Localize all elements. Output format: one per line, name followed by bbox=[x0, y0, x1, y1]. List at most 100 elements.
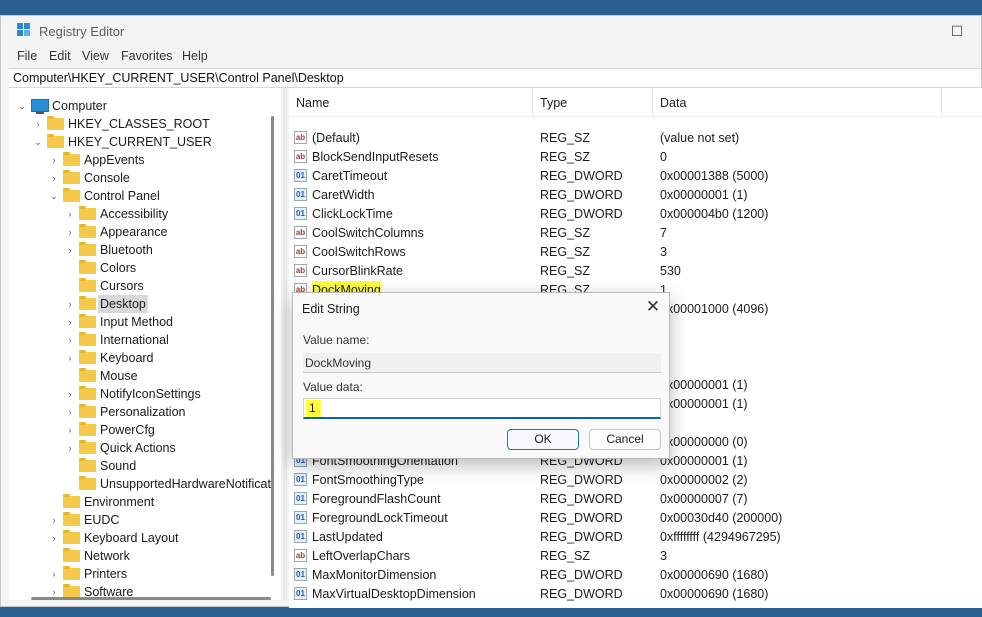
collapsed-chevron-icon[interactable]: › bbox=[49, 151, 59, 169]
folder-icon bbox=[63, 494, 80, 508]
value-data: 0x00001000 (4096) bbox=[660, 302, 769, 316]
tree-horizontal-scrollbar[interactable] bbox=[31, 597, 271, 600]
folder-open-icon bbox=[47, 134, 64, 148]
value-row[interactable]: ab CoolSwitchRows REG_SZ 3 bbox=[289, 243, 982, 262]
pane-splitter[interactable] bbox=[283, 88, 287, 600]
collapsed-chevron-icon[interactable]: › bbox=[65, 349, 75, 367]
value-name: FontSmoothingType bbox=[312, 473, 424, 487]
cancel-button[interactable]: Cancel bbox=[589, 429, 661, 450]
value-row[interactable]: 01 CaretWidth REG_DWORD 0x00000001 (1) bbox=[289, 186, 982, 205]
expanded-chevron-icon[interactable]: ⌄ bbox=[17, 97, 27, 115]
collapsed-chevron-icon[interactable]: › bbox=[49, 169, 59, 187]
folder-icon bbox=[63, 548, 80, 562]
value-row[interactable]: 01 LastUpdated REG_DWORD 0xffffffff (429496… bbox=[289, 528, 982, 547]
ok-button[interactable]: OK bbox=[507, 429, 579, 450]
collapsed-chevron-icon[interactable]: › bbox=[65, 205, 75, 223]
binary-value-icon: 01 bbox=[294, 530, 307, 543]
folder-icon bbox=[79, 440, 96, 454]
collapsed-chevron-icon[interactable]: › bbox=[33, 115, 43, 133]
value-row[interactable]: 01 ForegroundFlashCount REG_DWORD 0x0000000… bbox=[289, 490, 982, 509]
value-row[interactable]: 01 MaxMonitorDimension REG_DWORD 0x00000690… bbox=[289, 566, 982, 585]
column-header-type[interactable]: Type bbox=[540, 96, 567, 110]
value-name-label: Value name: bbox=[303, 333, 370, 347]
expanded-chevron-icon[interactable]: ⌄ bbox=[49, 187, 59, 205]
value-row[interactable]: 01 ForegroundLockTimeout REG_DWORD 0x00030d… bbox=[289, 509, 982, 528]
value-data: 7 bbox=[660, 226, 667, 240]
folder-icon bbox=[79, 458, 96, 472]
value-row[interactable]: ab CoolSwitchColumns REG_SZ 7 bbox=[289, 224, 982, 243]
value-row[interactable]: ab BlockSendInputResets REG_SZ 0 bbox=[289, 148, 982, 167]
address-bar[interactable]: Computer\HKEY_CURRENT_USER\Control Panel… bbox=[9, 68, 981, 88]
collapsed-chevron-icon[interactable]: › bbox=[65, 421, 75, 439]
column-separator[interactable] bbox=[652, 88, 653, 116]
folder-icon bbox=[63, 188, 80, 202]
value-row[interactable]: 01 CaretTimeout REG_DWORD 0x00001388 (5000) bbox=[289, 167, 982, 186]
menu-file[interactable]: File bbox=[17, 49, 37, 63]
close-icon[interactable]: ✕ bbox=[643, 297, 663, 317]
column-header-name[interactable]: Name bbox=[296, 96, 329, 110]
value-row[interactable]: ab CursorBlinkRate REG_SZ 530 bbox=[289, 262, 982, 281]
value-name: MaxMonitorDimension bbox=[312, 568, 437, 582]
value-data-field[interactable]: 1 bbox=[303, 398, 661, 419]
value-data: 0x00000007 (7) bbox=[660, 492, 748, 506]
binary-value-icon: 01 bbox=[294, 568, 307, 581]
value-type: REG_DWORD bbox=[540, 188, 623, 202]
collapsed-chevron-icon[interactable]: › bbox=[65, 385, 75, 403]
folder-icon bbox=[79, 242, 96, 256]
folder-icon bbox=[79, 314, 96, 328]
string-value-icon: ab bbox=[294, 245, 307, 258]
value-data: (value not set) bbox=[660, 131, 740, 145]
tree-vertical-scrollbar[interactable] bbox=[271, 116, 274, 576]
value-name: MaxVirtualDesktopDimension bbox=[312, 587, 476, 601]
maximize-button[interactable]: ☐ bbox=[937, 20, 977, 42]
collapsed-chevron-icon[interactable]: › bbox=[65, 241, 75, 259]
value-data-text: 1 bbox=[306, 400, 321, 417]
collapsed-chevron-icon[interactable]: › bbox=[65, 403, 75, 421]
value-data: 0x00000001 (1) bbox=[660, 454, 748, 468]
value-type: REG_SZ bbox=[540, 549, 591, 563]
value-data-label: Value data: bbox=[303, 380, 363, 394]
value-row[interactable]: 01 FontSmoothingType REG_DWORD 0x00000002 (… bbox=[289, 471, 982, 490]
collapsed-chevron-icon[interactable]: › bbox=[49, 529, 59, 547]
value-type: REG_DWORD bbox=[540, 587, 623, 601]
key-tree[interactable]: ⌄ Computer › HKEY_CLASSES_ROOT ⌄ HKEY_CU… bbox=[9, 88, 281, 600]
column-header-data[interactable]: Data bbox=[660, 96, 686, 110]
value-type: REG_DWORD bbox=[540, 169, 623, 183]
value-row[interactable]: 01 ClickLockTime REG_DWORD 0x000004b0 (1200… bbox=[289, 205, 982, 224]
value-type: REG_DWORD bbox=[540, 568, 623, 582]
expanded-chevron-icon[interactable]: ⌄ bbox=[33, 133, 43, 151]
value-data: 0x00001388 (5000) bbox=[660, 169, 769, 183]
list-header: Name Type Data bbox=[289, 88, 982, 117]
value-type: REG_DWORD bbox=[540, 530, 623, 544]
value-data: 3 bbox=[660, 245, 667, 259]
collapsed-chevron-icon[interactable]: › bbox=[65, 439, 75, 457]
menu-view[interactable]: View bbox=[82, 49, 109, 63]
value-type: REG_SZ bbox=[540, 131, 591, 145]
binary-value-icon: 01 bbox=[294, 188, 307, 201]
string-value-icon: ab bbox=[294, 150, 307, 163]
value-data: 0x00000690 (1680) bbox=[660, 587, 769, 601]
string-value-icon: ab bbox=[294, 131, 307, 144]
value-data: 0x00000000 (0) bbox=[660, 435, 748, 449]
value-data: 3 bbox=[660, 549, 667, 563]
column-separator[interactable] bbox=[941, 88, 942, 116]
folder-icon bbox=[79, 296, 96, 310]
folder-icon bbox=[63, 152, 80, 166]
value-row[interactable]: 01 MaxVirtualDesktopDimension REG_DWORD 0x0… bbox=[289, 585, 982, 604]
value-name: LeftOverlapChars bbox=[312, 549, 410, 563]
collapsed-chevron-icon[interactable]: › bbox=[49, 511, 59, 529]
collapsed-chevron-icon[interactable]: › bbox=[65, 331, 75, 349]
menu-edit[interactable]: Edit bbox=[49, 49, 71, 63]
collapsed-chevron-icon[interactable]: › bbox=[65, 223, 75, 241]
menu-favorites[interactable]: Favorites bbox=[121, 49, 172, 63]
value-name-field[interactable] bbox=[303, 353, 661, 373]
value-name: CaretTimeout bbox=[312, 169, 388, 183]
collapsed-chevron-icon[interactable]: › bbox=[49, 565, 59, 583]
value-row[interactable]: ab (Default) REG_SZ (value not set) bbox=[289, 129, 982, 148]
menu-help[interactable]: Help bbox=[182, 49, 208, 63]
collapsed-chevron-icon[interactable]: › bbox=[65, 295, 75, 313]
collapsed-chevron-icon[interactable]: › bbox=[65, 313, 75, 331]
value-data: 0x00000002 (2) bbox=[660, 473, 748, 487]
value-row[interactable]: ab LeftOverlapChars REG_SZ 3 bbox=[289, 547, 982, 566]
column-separator[interactable] bbox=[532, 88, 533, 116]
